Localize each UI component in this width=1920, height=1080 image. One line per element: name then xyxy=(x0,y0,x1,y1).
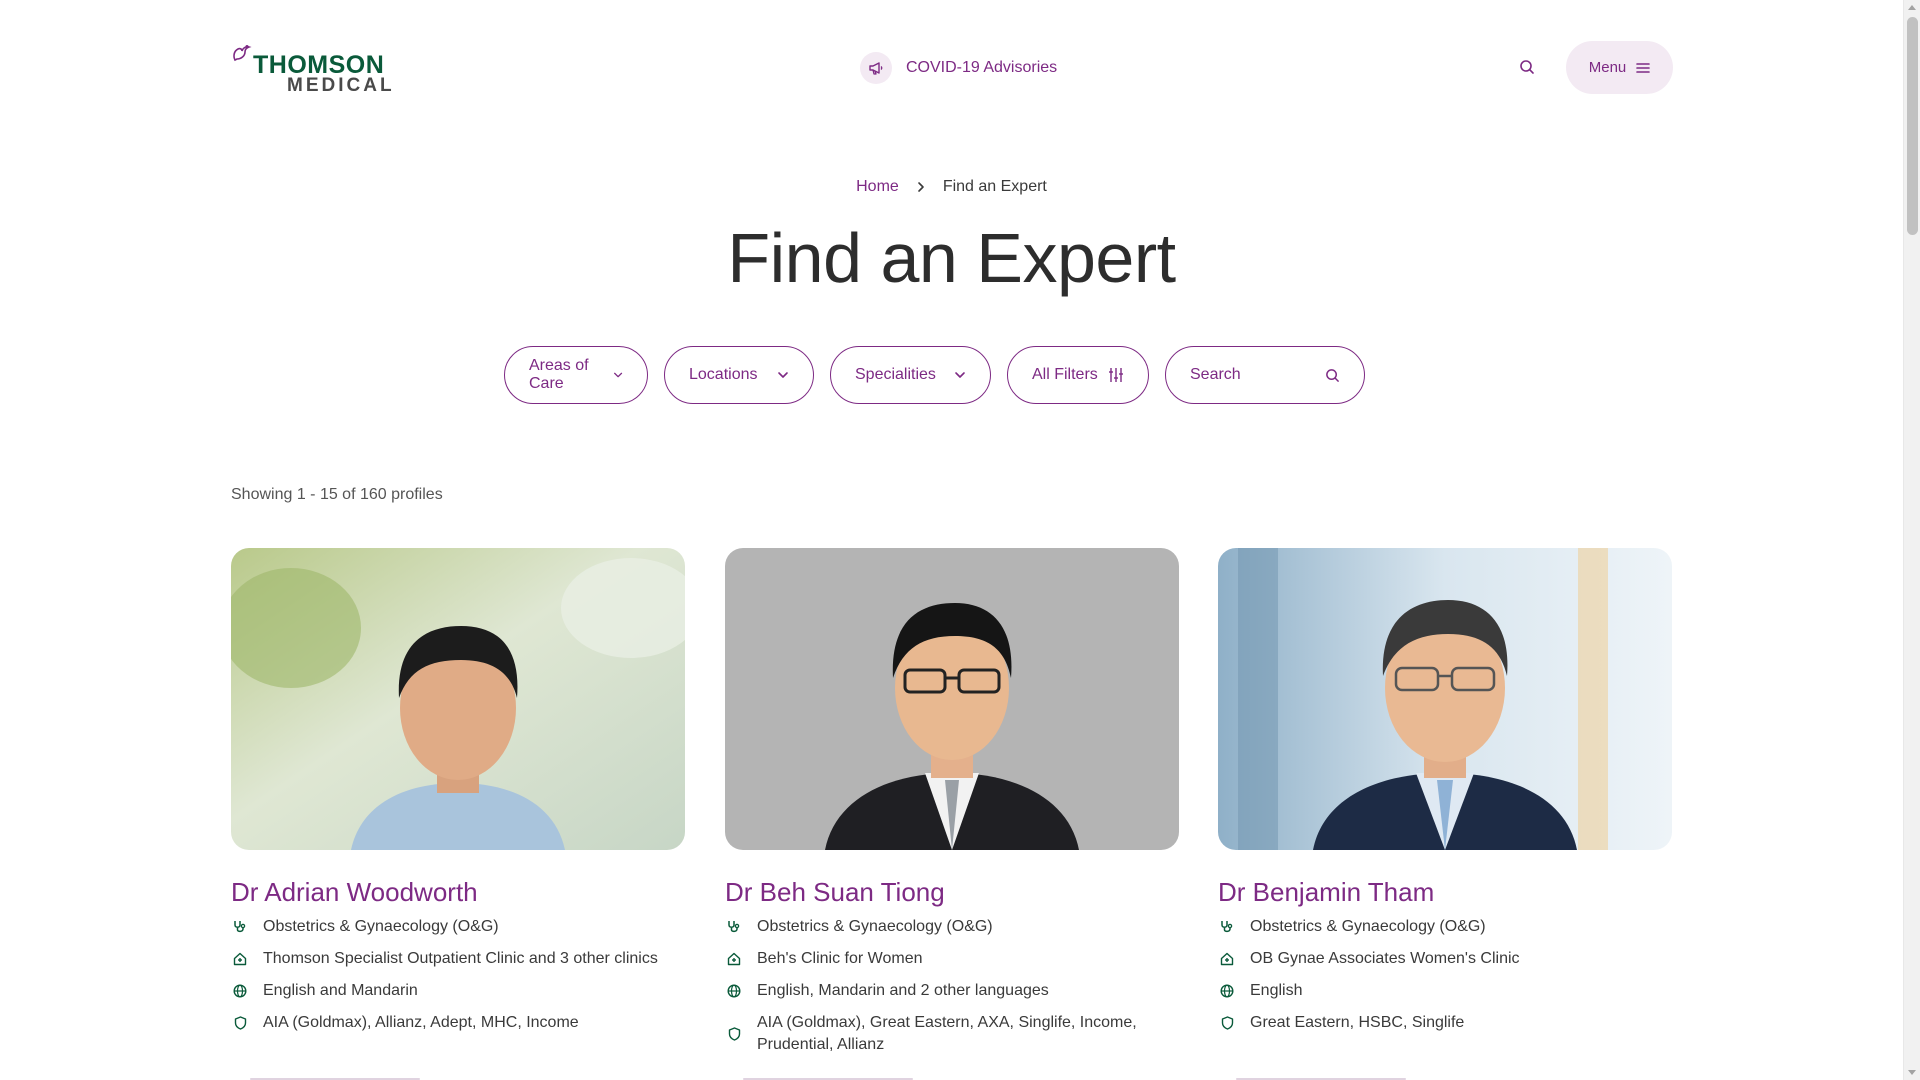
page-scrollbar[interactable] xyxy=(1903,0,1920,1080)
shield-icon xyxy=(725,1012,743,1056)
page-title: Find an Expert xyxy=(727,219,1176,297)
locations-dropdown[interactable]: Locations xyxy=(664,346,814,404)
shield-icon xyxy=(231,1012,249,1034)
search-icon xyxy=(1326,368,1339,382)
doctor-languages: English, Mandarin and 2 other languages xyxy=(757,982,1049,999)
doctor-clinic-row: Thomson Specialist Outpatient Clinic and… xyxy=(231,948,685,970)
doctor-clinic: Thomson Specialist Outpatient Clinic and… xyxy=(263,950,658,967)
doctor-photo[interactable] xyxy=(231,548,685,850)
doctor-languages-row: English xyxy=(1218,980,1672,1002)
scroll-up-arrow-icon[interactable] xyxy=(1908,5,1916,10)
menu-button[interactable]: Menu xyxy=(1566,41,1673,94)
specialities-label: Specialities xyxy=(855,366,936,383)
scrollbar-thumb[interactable] xyxy=(1907,17,1918,235)
globe-icon xyxy=(725,980,743,1002)
doctor-clinic-row: Beh's Clinic for Women xyxy=(725,948,1179,970)
doctor-languages: English and Mandarin xyxy=(263,982,418,999)
logo-text-medical: MEDICAL xyxy=(287,75,395,96)
chevron-down-icon xyxy=(955,372,965,378)
doctor-photo[interactable] xyxy=(1218,548,1672,850)
doctor-insurance-row: AIA (Goldmax), Allianz, Adept, MHC, Inco… xyxy=(231,1012,685,1034)
chevron-right-icon xyxy=(918,182,924,192)
clinic-icon xyxy=(231,948,249,970)
doctor-insurance: AIA (Goldmax), Allianz, Adept, MHC, Inco… xyxy=(263,1014,579,1031)
covid-advisory-link[interactable]: COVID-19 Advisories xyxy=(860,52,1057,84)
header-search-icon[interactable] xyxy=(1516,56,1538,78)
menu-label: Menu xyxy=(1588,59,1627,76)
doctor-insurance: AIA (Goldmax), Great Eastern, AXA, Singl… xyxy=(757,1014,1137,1053)
stethoscope-icon xyxy=(725,916,743,938)
doctor-photo[interactable] xyxy=(725,548,1179,850)
doctor-card: Dr Adrian Woodworth Obstetrics & Gynaeco… xyxy=(231,548,685,1044)
site-header: THOMSON MEDICAL COVID-19 Advisories Menu xyxy=(0,0,1903,135)
thomson-medical-logo[interactable]: THOMSON MEDICAL xyxy=(231,44,392,95)
hamburger-icon xyxy=(1636,62,1651,73)
doctor-specialty-row: Obstetrics & Gynaecology (O&G) xyxy=(725,916,1179,938)
covid-advisory-label: COVID-19 Advisories xyxy=(906,59,1058,76)
megaphone-icon xyxy=(860,52,892,84)
doctor-languages-row: English, Mandarin and 2 other languages xyxy=(725,980,1179,1002)
doctor-card: Dr Beh Suan Tiong Obstetrics & Gynaecolo… xyxy=(725,548,1179,1066)
doctor-specialty-row: Obstetrics & Gynaecology (O&G) xyxy=(1218,916,1672,938)
breadcrumb-current: Find an Expert xyxy=(942,178,1047,195)
clinic-icon xyxy=(725,948,743,970)
specialities-dropdown[interactable]: Specialities xyxy=(830,346,991,404)
areas-of-care-label: Areas of Care xyxy=(529,357,589,392)
locations-label: Locations xyxy=(689,366,758,383)
shield-icon xyxy=(1218,1012,1236,1034)
results-count: Showing 1 - 15 of 160 profiles xyxy=(231,486,443,503)
chevron-down-icon xyxy=(613,372,622,378)
scroll-down-arrow-icon[interactable] xyxy=(1908,1070,1916,1075)
breadcrumb: Home Find an Expert xyxy=(0,178,1903,196)
doctor-card: Dr Benjamin Tham Obstetrics & Gynaecolog… xyxy=(1218,548,1672,1044)
doctor-specialty: Obstetrics & Gynaecology (O&G) xyxy=(1250,918,1486,935)
doctor-clinic: OB Gynae Associates Women's Clinic xyxy=(1250,950,1520,967)
expert-search-input[interactable]: Search xyxy=(1165,346,1365,404)
doctor-name[interactable]: Dr Benjamin Tham xyxy=(1218,877,1672,908)
doctor-insurance-row: Great Eastern, HSBC, Singlife xyxy=(1218,1012,1672,1034)
clinic-icon xyxy=(1218,948,1236,970)
all-filters-label: All Filters xyxy=(1032,366,1098,383)
doctor-clinic-row: OB Gynae Associates Women's Clinic xyxy=(1218,948,1672,970)
doctor-specialty-row: Obstetrics & Gynaecology (O&G) xyxy=(231,916,685,938)
stethoscope-icon xyxy=(1218,916,1236,938)
breadcrumb-home-link[interactable]: Home xyxy=(856,178,899,196)
doctor-name[interactable]: Dr Beh Suan Tiong xyxy=(725,877,1179,908)
doctor-insurance-row: AIA (Goldmax), Great Eastern, AXA, Singl… xyxy=(725,1012,1179,1056)
globe-icon xyxy=(1218,980,1236,1002)
stethoscope-icon xyxy=(231,916,249,938)
doctor-insurance: Great Eastern, HSBC, Singlife xyxy=(1250,1014,1465,1031)
all-filters-button[interactable]: All Filters xyxy=(1007,346,1149,404)
filter-bar: Areas of Care Locations Specialities All… xyxy=(504,346,1365,404)
bird-logo-icon xyxy=(233,45,252,62)
doctor-specialty: Obstetrics & Gynaecology (O&G) xyxy=(757,918,993,935)
search-placeholder: Search xyxy=(1190,366,1241,383)
doctor-clinic: Beh's Clinic for Women xyxy=(757,950,923,967)
chevron-down-icon xyxy=(778,372,788,378)
doctor-specialty: Obstetrics & Gynaecology (O&G) xyxy=(263,918,499,935)
areas-of-care-dropdown[interactable]: Areas of Care xyxy=(504,346,648,404)
globe-icon xyxy=(231,980,249,1002)
sliders-icon xyxy=(1109,368,1123,382)
doctor-name[interactable]: Dr Adrian Woodworth xyxy=(231,877,685,908)
doctor-languages-row: English and Mandarin xyxy=(231,980,685,1002)
doctor-languages: English xyxy=(1250,982,1303,999)
